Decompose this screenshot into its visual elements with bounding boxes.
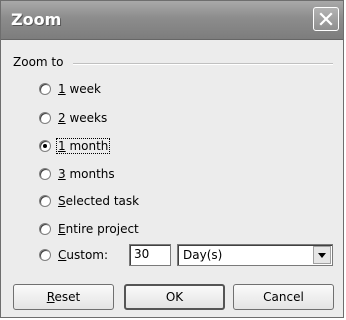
zoom-to-group-label: Zoom to (13, 55, 64, 69)
option-selected-task[interactable]: Selected task (39, 191, 140, 211)
cancel-button[interactable]: Cancel (233, 284, 334, 310)
ok-button[interactable]: OK (124, 284, 225, 310)
label-selected-task: Selected task (58, 194, 140, 208)
label-entire-project: Entire project (58, 222, 139, 236)
label-2-weeks: 2 weeks (58, 111, 108, 125)
label-1-week: 1 week (58, 82, 101, 96)
custom-unit-value: Day(s) (183, 248, 223, 262)
radio-selected-task[interactable] (39, 195, 51, 207)
option-3-months[interactable]: 3 months (39, 164, 116, 184)
label-3-months: 3 months (58, 167, 115, 181)
radio-1-month[interactable] (39, 140, 51, 152)
option-2-weeks[interactable]: 2 weeks (39, 108, 108, 128)
option-entire-project[interactable]: Entire project (39, 219, 140, 239)
group-divider (73, 63, 333, 65)
option-1-week[interactable]: 1 week (39, 79, 102, 99)
close-icon (319, 12, 333, 26)
zoom-dialog: Zoom Zoom to 1 week 2 weeks 1 month 3 mo… (0, 0, 344, 318)
dropdown-arrow-button[interactable] (313, 246, 331, 264)
label-custom: Custom: (58, 248, 109, 262)
custom-unit-dropdown[interactable]: Day(s) (177, 244, 333, 266)
option-1-month[interactable]: 1 month (39, 136, 111, 156)
title-bar[interactable]: Zoom (1, 1, 343, 40)
chevron-down-icon (318, 253, 326, 258)
custom-value-input[interactable]: 30 (129, 244, 171, 266)
radio-1-week[interactable] (39, 83, 51, 95)
radio-2-weeks[interactable] (39, 112, 51, 124)
option-custom[interactable]: Custom: (39, 245, 109, 265)
radio-entire-project[interactable] (39, 223, 51, 235)
radio-3-months[interactable] (39, 168, 51, 180)
close-button[interactable] (313, 7, 339, 31)
dialog-title: Zoom (11, 10, 62, 29)
label-1-month: 1 month (55, 138, 111, 154)
radio-custom[interactable] (39, 249, 51, 261)
reset-button[interactable]: Reset (13, 284, 114, 310)
